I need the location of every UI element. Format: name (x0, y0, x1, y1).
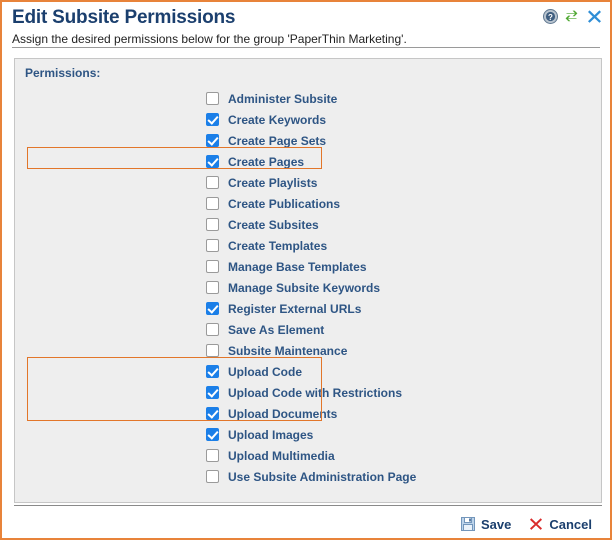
permission-label: Create Page Sets (228, 134, 326, 148)
permission-row[interactable]: Manage Base Templates (193, 256, 503, 277)
permission-checkbox[interactable] (206, 176, 219, 189)
permission-label: Upload Documents (228, 407, 337, 421)
permission-label: Create Playlists (228, 176, 317, 190)
header-divider (12, 47, 600, 48)
permission-checkbox[interactable] (206, 218, 219, 231)
permission-label: Create Keywords (228, 113, 326, 127)
svg-text:?: ? (548, 13, 553, 22)
permission-checkbox[interactable] (206, 344, 219, 357)
dialog-header: Edit Subsite Permissions Assign the desi… (2, 2, 610, 46)
permission-row[interactable]: Create Templates (193, 235, 503, 256)
permission-label: Create Templates (228, 239, 327, 253)
permission-checkbox[interactable] (206, 239, 219, 252)
permission-row[interactable]: Upload Code (193, 361, 503, 382)
permission-row[interactable]: Register External URLs (193, 298, 503, 319)
permission-checkbox[interactable] (206, 449, 219, 462)
permission-checkbox[interactable] (206, 407, 219, 420)
permission-checkbox[interactable] (206, 365, 219, 378)
permission-checkbox[interactable] (206, 386, 219, 399)
save-button-label: Save (481, 517, 511, 532)
permission-checkbox[interactable] (206, 155, 219, 168)
dialog-footer: Save Cancel (2, 510, 610, 538)
red-x-icon (529, 517, 543, 531)
permission-row[interactable]: Use Subsite Administration Page (193, 466, 503, 487)
permission-label: Manage Subsite Keywords (228, 281, 380, 295)
permission-label: Register External URLs (228, 302, 361, 316)
permission-label: Save As Element (228, 323, 324, 337)
permission-label: Upload Multimedia (228, 449, 335, 463)
permission-row[interactable]: Create Publications (193, 193, 503, 214)
permission-checkbox[interactable] (206, 428, 219, 441)
permission-checkbox[interactable] (206, 197, 219, 210)
close-icon[interactable] (587, 9, 602, 24)
permission-label: Create Pages (228, 155, 304, 169)
permission-label: Administer Subsite (228, 92, 337, 106)
permission-label: Create Publications (228, 197, 340, 211)
permission-row[interactable]: Manage Subsite Keywords (193, 277, 503, 298)
page-title: Edit Subsite Permissions (12, 6, 600, 30)
permission-row[interactable]: Save As Element (193, 319, 503, 340)
permission-label: Manage Base Templates (228, 260, 367, 274)
permission-label: Upload Code (228, 365, 302, 379)
refresh-icon[interactable] (565, 9, 580, 24)
permission-row[interactable]: Create Page Sets (193, 130, 503, 151)
cancel-button[interactable]: Cancel (529, 517, 592, 532)
permission-row[interactable]: Upload Images (193, 424, 503, 445)
permission-row[interactable]: Create Playlists (193, 172, 503, 193)
permission-label: Upload Images (228, 428, 313, 442)
permission-checkbox[interactable] (206, 113, 219, 126)
permission-checkbox[interactable] (206, 281, 219, 294)
permission-row[interactable]: Subsite Maintenance (193, 340, 503, 361)
permission-row[interactable]: Create Subsites (193, 214, 503, 235)
help-icon[interactable]: ? (543, 9, 558, 24)
permissions-list: Administer Subsite Create Keywords Create … (193, 88, 503, 487)
permission-checkbox[interactable] (206, 260, 219, 273)
permission-row[interactable]: Create Keywords (193, 109, 503, 130)
permissions-legend: Permissions: (25, 66, 100, 80)
permission-checkbox[interactable] (206, 92, 219, 105)
cancel-button-label: Cancel (549, 517, 592, 532)
page-subtitle: Assign the desired permissions below for… (12, 31, 600, 47)
permission-row[interactable]: Upload Multimedia (193, 445, 503, 466)
permission-checkbox[interactable] (206, 134, 219, 147)
floppy-disk-icon (461, 517, 475, 531)
permission-row[interactable]: Administer Subsite (193, 88, 503, 109)
permissions-panel: Permissions: Administer Subsite Create Ke… (14, 58, 602, 503)
permission-label: Upload Code with Restrictions (228, 386, 402, 400)
save-button[interactable]: Save (461, 517, 511, 532)
footer-divider (14, 505, 602, 506)
permission-row[interactable]: Create Pages (193, 151, 503, 172)
header-icon-group: ? (543, 9, 602, 24)
permission-checkbox[interactable] (206, 302, 219, 315)
permission-label: Use Subsite Administration Page (228, 470, 416, 484)
permission-row[interactable]: Upload Documents (193, 403, 503, 424)
dialog-window: Edit Subsite Permissions Assign the desi… (0, 0, 612, 540)
permission-label: Subsite Maintenance (228, 344, 347, 358)
permission-checkbox[interactable] (206, 470, 219, 483)
permission-label: Create Subsites (228, 218, 319, 232)
permission-row[interactable]: Upload Code with Restrictions (193, 382, 503, 403)
permission-checkbox[interactable] (206, 323, 219, 336)
